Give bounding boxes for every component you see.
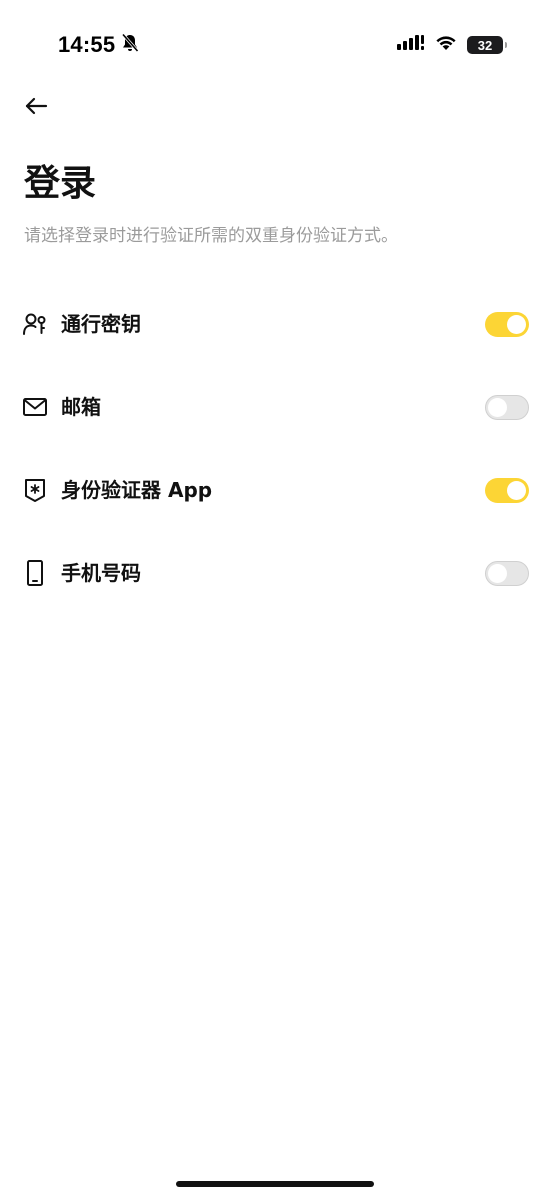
battery-icon: 32: [467, 36, 507, 54]
passkey-user-icon: [22, 310, 48, 338]
cellular-signal-icon: [397, 35, 425, 55]
toggle-knob: [488, 398, 507, 417]
page-subtitle: 请选择登录时进行验证所需的双重身份验证方式。: [24, 226, 398, 246]
option-label-email: 邮箱: [61, 395, 101, 419]
bell-slash-icon: [121, 33, 139, 57]
toggle-knob: [488, 564, 507, 583]
page-title: 登录: [24, 163, 97, 204]
option-email: 邮箱: [0, 366, 551, 449]
option-phone: 手机号码: [0, 532, 551, 615]
option-authenticator: 身份验证器 App: [0, 449, 551, 532]
toggle-knob: [507, 315, 526, 334]
arrow-left-icon: [24, 96, 48, 120]
phone-toggle[interactable]: [485, 561, 529, 586]
passkey-toggle[interactable]: [485, 312, 529, 337]
mail-icon: [22, 393, 48, 421]
home-indicator[interactable]: [176, 1181, 374, 1187]
toggle-knob: [507, 481, 526, 500]
status-time-group: 14:55: [58, 30, 139, 60]
status-bar: 14:55 32: [0, 0, 551, 90]
status-indicators: 32: [397, 32, 507, 58]
authenticator-shield-icon: [22, 476, 48, 504]
option-label-authenticator: 身份验证器 App: [61, 478, 213, 502]
option-label-phone: 手机号码: [61, 561, 141, 585]
battery-level: 32: [477, 37, 493, 53]
back-button[interactable]: [20, 92, 52, 124]
wifi-icon: [435, 35, 457, 55]
phone-icon: [22, 559, 48, 587]
email-toggle[interactable]: [485, 395, 529, 420]
option-passkey: 通行密钥: [0, 283, 551, 366]
two-factor-options-list: 通行密钥 邮箱 身份验证器 App 手机号码: [0, 283, 551, 615]
status-time: 14:55: [58, 32, 116, 57]
battery-cap: [505, 42, 507, 48]
authenticator-toggle[interactable]: [485, 478, 529, 503]
option-label-passkey: 通行密钥: [61, 312, 141, 336]
